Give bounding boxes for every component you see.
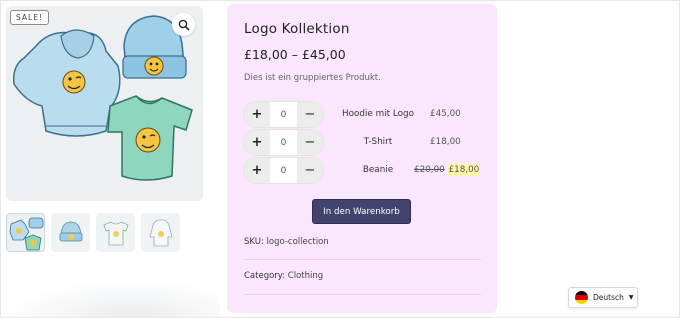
gallery-thumbnails (6, 213, 180, 252)
thumbnail-tshirt[interactable] (96, 213, 135, 252)
chevron-down-icon: ▼ (628, 294, 634, 301)
thumbnail-hoodie[interactable] (141, 213, 180, 252)
hoodie-drawing (12, 29, 121, 137)
quantity-input[interactable]: 0 (270, 130, 297, 155)
decrease-quantity-button[interactable]: − (297, 102, 323, 127)
category-label: Category: (244, 271, 286, 281)
magnifier-icon (178, 19, 190, 31)
category-link[interactable]: Clothing (288, 271, 323, 281)
quantity-input[interactable]: 0 (270, 158, 297, 183)
add-to-cart-button[interactable]: In den Warenkorb (312, 199, 411, 224)
divider (244, 259, 481, 260)
increase-quantity-button[interactable]: + (244, 130, 270, 155)
sku-meta: SKU: logo-collection (244, 237, 481, 247)
increase-quantity-button[interactable]: + (244, 102, 270, 127)
item-name-link[interactable]: T-Shirt (339, 129, 417, 156)
product-main-image[interactable]: SALE! (6, 6, 203, 201)
item-price: £45,00 (430, 109, 461, 119)
quantity-stepper: + 0 − (243, 129, 324, 156)
price-range: £18,00 – £45,00 (244, 47, 346, 62)
increase-quantity-button[interactable]: + (244, 158, 270, 183)
product-title: Logo Kollektion (244, 21, 350, 37)
product-description: Dies ist ein gruppiertes Produkt. (244, 73, 381, 83)
product-summary: Logo Kollektion £18,00 – £45,00 Dies ist… (227, 4, 497, 313)
grouped-item-row: + 0 − T-Shirt £18,00 (243, 129, 488, 157)
regular-price: £20,00 (414, 165, 445, 175)
language-label: Deutsch (593, 293, 624, 302)
item-price: £20,00 £18,00 (414, 157, 481, 184)
tshirt-drawing (107, 95, 193, 181)
grouped-item-row: + 0 − Beanie £20,00 £18,00 (243, 157, 488, 185)
quantity-input[interactable]: 0 (270, 102, 297, 127)
quantity-stepper: + 0 − (243, 101, 324, 128)
quantity-stepper: + 0 − (243, 157, 324, 184)
thumbnail-collection[interactable] (6, 213, 45, 252)
zoom-button[interactable] (172, 13, 195, 36)
sale-badge: SALE! (10, 10, 49, 25)
sku-value: logo-collection (266, 237, 329, 247)
grouped-item-row: + 0 − Hoodie mit Logo £45,00 (243, 101, 488, 129)
sale-price: £18,00 (447, 164, 481, 176)
clothing-illustration (12, 15, 193, 181)
language-switcher[interactable]: Deutsch ▼ (568, 287, 638, 308)
item-name-link[interactable]: Hoodie mit Logo (339, 101, 417, 128)
german-flag-icon (575, 291, 588, 304)
category-meta: Category: Clothing (244, 271, 481, 281)
decrease-quantity-button[interactable]: − (297, 158, 323, 183)
thumbnail-beanie[interactable] (51, 213, 90, 252)
decrease-quantity-button[interactable]: − (297, 130, 323, 155)
decorative-shadow (0, 280, 220, 318)
divider (244, 294, 481, 295)
item-price: £18,00 (430, 137, 461, 147)
sku-label: SKU: (244, 237, 264, 247)
item-name-link[interactable]: Beanie (339, 157, 417, 184)
